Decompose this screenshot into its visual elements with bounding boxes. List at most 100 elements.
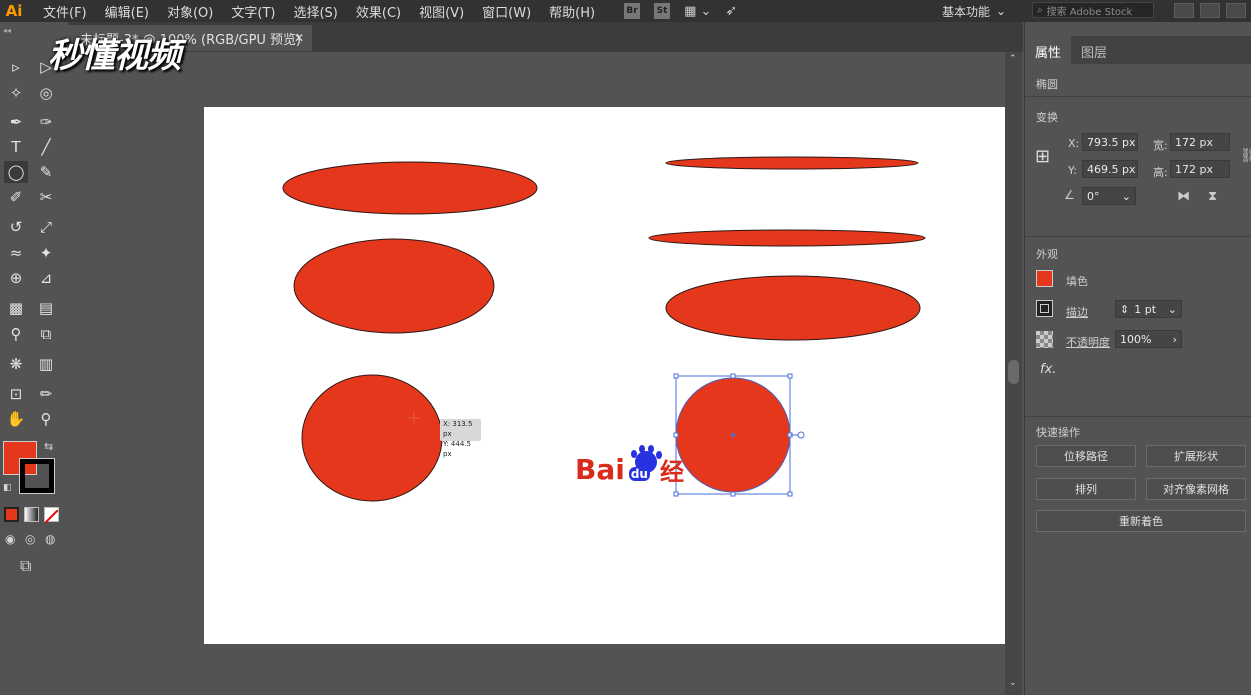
height-field[interactable]: 172 px (1170, 160, 1230, 178)
slice-tool-icon[interactable]: ✏ (34, 383, 58, 405)
draw-normal-icon[interactable]: ◉ (5, 532, 15, 546)
chevron-down-icon[interactable]: ⌄ (1122, 190, 1131, 203)
close-window-button[interactable] (1226, 3, 1246, 18)
x-position-field[interactable]: 793.5 px (1082, 133, 1138, 151)
baidu-logo-du: du (628, 466, 650, 481)
menu-edit[interactable]: 编辑(E) (96, 2, 158, 21)
fx-effects-button[interactable]: fx. (1040, 362, 1056, 377)
artboard[interactable] (204, 107, 1005, 644)
stepper-icon[interactable]: ⇕ (1120, 303, 1129, 316)
reference-point-icon[interactable]: ⊞ (1035, 146, 1050, 167)
angle-icon: ∠ (1064, 188, 1075, 202)
width-label: 宽: (1153, 139, 1168, 152)
expand-shape-button[interactable]: 扩展形状 (1146, 445, 1246, 467)
mesh-tool-icon[interactable]: ▩ (4, 297, 28, 319)
menu-view[interactable]: 视图(V) (410, 2, 473, 21)
hand-tool-icon[interactable]: ✋ (4, 408, 28, 430)
fill-swatch[interactable] (1036, 270, 1053, 287)
color-mode-swatch[interactable] (4, 507, 19, 522)
bridge-icon[interactable]: Br (624, 3, 641, 19)
width-tool-icon[interactable]: ≈ (4, 242, 28, 264)
stroke-label[interactable]: 描边 (1066, 304, 1088, 320)
draw-behind-icon[interactable]: ◎ (25, 532, 35, 546)
scroll-up-icon[interactable]: ⌃ (1009, 54, 1017, 64)
transform-section-title: 变换 (1036, 111, 1058, 124)
menu-type[interactable]: 文字(T) (222, 2, 284, 21)
offset-path-button[interactable]: 位移路径 (1036, 445, 1136, 467)
line-tool-icon[interactable]: ╱ (34, 136, 58, 158)
stroke-color-swatch[interactable] (19, 458, 55, 494)
type-tool-icon[interactable]: T (4, 136, 28, 158)
gradient-mode-swatch[interactable] (24, 507, 39, 522)
y-position-field[interactable]: 469.5 px (1082, 160, 1138, 178)
stroke-swatch[interactable] (1036, 300, 1053, 317)
lasso-tool-icon[interactable]: ◎ (34, 82, 58, 104)
flip-horizontal-icon[interactable]: ⧓ (1177, 189, 1190, 204)
chevron-down-icon[interactable]: ⌄ (1168, 303, 1177, 316)
properties-panel: 属性 图层 椭圆 变换 ⊞ X: 793.5 px 宽: 172 px Y: 4… (1024, 22, 1251, 695)
stock-search-input[interactable]: ⌕ 搜索 Adobe Stock (1032, 2, 1154, 18)
menu-object[interactable]: 对象(O) (158, 2, 222, 21)
divider (1025, 236, 1251, 237)
blend-tool-icon[interactable]: ⧉ (34, 323, 58, 345)
restore-button[interactable] (1200, 3, 1220, 18)
chevron-right-icon[interactable]: › (1173, 333, 1177, 346)
scale-tool-icon[interactable]: ⤢ (34, 216, 58, 238)
none-mode-swatch[interactable] (44, 507, 59, 524)
curvature-tool-icon[interactable]: ✑ (34, 111, 58, 133)
scissors-tool-icon[interactable]: ✂ (34, 186, 58, 208)
rotate-tool-icon[interactable]: ↺ (4, 216, 28, 238)
menu-help[interactable]: 帮助(H) (540, 2, 604, 21)
scroll-thumb[interactable] (1008, 360, 1019, 384)
workspace-switcher[interactable]: 基本功能 ⌄ (942, 0, 1006, 22)
menu-window[interactable]: 窗口(W) (473, 2, 540, 21)
default-colors-icon[interactable]: ◧ (3, 483, 12, 493)
recolor-button[interactable]: 重新着色 (1036, 510, 1246, 532)
cursor-x-readout: X: 313.5 px (443, 420, 473, 438)
artboard-tool-icon[interactable]: ⊡ (4, 383, 28, 405)
opacity-value: 100% (1120, 332, 1152, 346)
align-pixel-grid-button[interactable]: 对齐像素网格 (1146, 478, 1246, 500)
tab-properties[interactable]: 属性 (1025, 36, 1072, 64)
arrange-documents-icon[interactable]: ▦ ⌄ (684, 4, 711, 19)
menu-file[interactable]: 文件(F) (34, 2, 96, 21)
tab-layers[interactable]: 图层 (1071, 36, 1117, 64)
draw-inside-icon[interactable]: ◍ (45, 532, 55, 546)
opacity-field[interactable]: 100% › (1115, 330, 1182, 348)
shape-builder-tool-icon[interactable]: ⊕ (4, 267, 28, 289)
arrange-button[interactable]: 排列 (1036, 478, 1136, 500)
baidu-logo-bai: Bai (575, 453, 625, 486)
gpu-performance-icon[interactable]: ➶ (725, 3, 737, 19)
screen-mode-icon[interactable]: ⧉ (20, 556, 31, 576)
opacity-label[interactable]: 不透明度 (1066, 334, 1110, 350)
eyedropper-tool-icon[interactable]: ⚲ (4, 323, 28, 345)
zoom-tool-icon[interactable]: ⚲ (34, 408, 58, 430)
tools-panel: ◂◂ ▹ ▷ ✧ ◎ ✒ ✑ T ╱ ◯ ✎ ✐ ✂ ↺ ⤢ ≈ ✦ ⊕ ⊿ ▩… (0, 22, 69, 695)
vertical-scrollbar[interactable]: ⌃ ⌄ (1005, 52, 1022, 695)
constrain-proportions-icon[interactable]: ⛓ (1240, 148, 1251, 164)
pen-tool-icon[interactable]: ✒ (4, 111, 28, 133)
swap-colors-icon[interactable]: ⇆ (44, 440, 53, 453)
gradient-tool-icon[interactable]: ▤ (34, 297, 58, 319)
menu-select[interactable]: 选择(S) (284, 2, 346, 21)
stroke-weight-field[interactable]: ⇕ 1 pt ⌄ (1115, 300, 1182, 318)
symbol-sprayer-tool-icon[interactable]: ❋ (4, 353, 28, 375)
column-graph-tool-icon[interactable]: ▥ (34, 353, 58, 375)
perspective-grid-tool-icon[interactable]: ⊿ (34, 267, 58, 289)
shaper-tool-icon[interactable]: ✐ (4, 186, 28, 208)
close-icon[interactable]: ✕ (294, 31, 304, 45)
ellipse-tool-icon[interactable]: ◯ (4, 161, 28, 183)
width-field[interactable]: 172 px (1170, 133, 1230, 151)
scroll-down-icon[interactable]: ⌄ (1009, 678, 1017, 688)
stock-icon[interactable]: St (654, 3, 671, 19)
flip-vertical-icon[interactable]: ⧗ (1208, 189, 1217, 204)
paintbrush-tool-icon[interactable]: ✎ (34, 161, 58, 183)
menu-effect[interactable]: 效果(C) (347, 2, 410, 21)
puppet-warp-tool-icon[interactable]: ✦ (34, 242, 58, 264)
selection-tool-icon[interactable]: ▹ (4, 56, 28, 78)
panel-grip-icon[interactable]: ◂◂ (3, 26, 11, 35)
minimize-button[interactable] (1174, 3, 1194, 18)
magic-wand-tool-icon[interactable]: ✧ (4, 82, 28, 104)
rotation-angle-field[interactable]: 0° ⌄ (1082, 187, 1136, 205)
object-type-label: 椭圆 (1036, 78, 1058, 91)
